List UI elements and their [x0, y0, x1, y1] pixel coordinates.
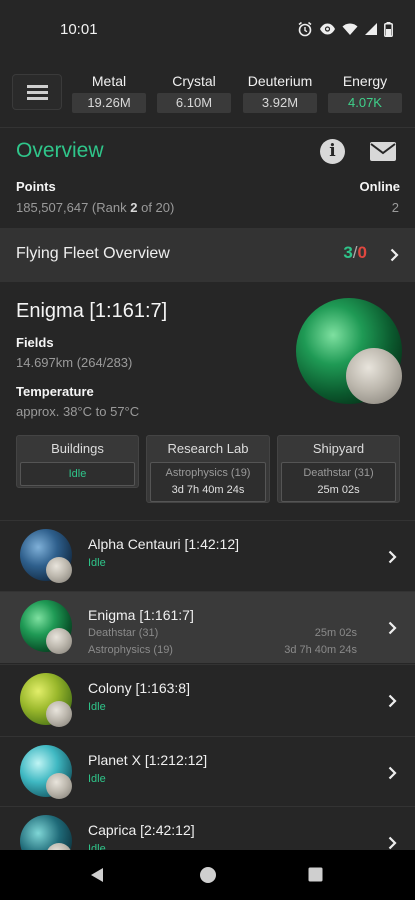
- resource-value: 4.07K: [328, 93, 402, 113]
- hostile-fleets: 0: [357, 243, 367, 262]
- planet-list-item[interactable]: Planet X [1:212:12] Idle: [0, 736, 415, 808]
- planet-list-name: Colony [1:163:8]: [88, 680, 190, 696]
- planet-list-name: Caprica [2:42:12]: [88, 822, 195, 838]
- shipyard-queue-time: 25m 02s: [314, 627, 357, 639]
- moon-thumbnail: [46, 628, 72, 654]
- planet-list-item[interactable]: Enigma [1:161:7] Deathstar (31) 25m 02s …: [0, 591, 415, 663]
- own-fleets: 3: [343, 243, 353, 262]
- points-number: 185,507,647: [16, 200, 89, 215]
- status-icons: [297, 21, 393, 37]
- chevron-right-icon: [388, 694, 397, 708]
- resource-value: 6.10M: [157, 93, 231, 113]
- planet-list-status: Idle: [88, 557, 106, 569]
- shipyard-title: Shipyard: [312, 441, 365, 456]
- divider: [0, 127, 415, 128]
- temperature-label: Temperature: [16, 384, 94, 399]
- chevron-right-icon: [388, 621, 397, 635]
- research-queue-item: Astrophysics (19): [88, 644, 173, 656]
- resource-label: Deuterium: [247, 73, 313, 89]
- navigation-bar: [0, 850, 415, 900]
- alarm-icon: [298, 21, 312, 37]
- hamburger-line: [27, 91, 48, 94]
- back-triangle-icon[interactable]: [90, 867, 104, 883]
- planet-list-name: Alpha Centauri [1:42:12]: [88, 536, 239, 552]
- eye-icon: [320, 23, 335, 35]
- planet-list-item[interactable]: Alpha Centauri [1:42:12] Idle: [0, 520, 415, 592]
- status-bar: 10:01: [0, 0, 415, 56]
- planet-list-name: Planet X [1:212:12]: [88, 752, 208, 768]
- recents-square-icon[interactable]: [308, 867, 323, 882]
- fleet-overview-button[interactable]: Flying Fleet Overview 3/0: [0, 228, 415, 282]
- resource-label: Crystal: [172, 73, 216, 89]
- fields-label: Fields: [16, 335, 54, 350]
- shipyard-time: 25m 02s: [317, 484, 360, 496]
- wifi-icon: [342, 23, 358, 35]
- menu-button[interactable]: [12, 74, 62, 110]
- chevron-right-icon: [390, 248, 399, 262]
- buildings-status: Idle: [68, 468, 87, 480]
- rank-suffix: of 20): [141, 200, 175, 215]
- points-label: Points: [16, 179, 56, 194]
- shipyard-queue-item: Deathstar (31): [88, 627, 159, 639]
- chevron-right-icon: [388, 836, 397, 850]
- fields-value: 14.697km (264/283): [16, 355, 133, 370]
- resource-label: Energy: [342, 73, 388, 89]
- shipyard-queue[interactable]: Shipyard Deathstar (31) 25m 02s: [277, 435, 400, 503]
- info-icon[interactable]: i: [320, 139, 345, 164]
- shipyard-item: Deathstar (31): [303, 467, 374, 479]
- planet-name: Enigma [1:161:7]: [16, 300, 168, 322]
- points-value: 185,507,647 (Rank 2 of 20): [16, 200, 174, 215]
- signal-icon: [365, 23, 377, 35]
- research-queue-time: 3d 7h 40m 24s: [284, 644, 357, 656]
- planet-list-status: Idle: [88, 701, 106, 713]
- hamburger-menu-icon: [27, 85, 48, 88]
- research-lab-queue[interactable]: Research Lab Astrophysics (19) 3d 7h 40m…: [146, 435, 270, 503]
- chevron-right-icon: [388, 550, 397, 564]
- resource-deuterium: Deuterium 3.92M: [243, 70, 317, 113]
- resource-label: Metal: [91, 73, 127, 89]
- moon-image[interactable]: [346, 348, 402, 404]
- battery-icon: [384, 21, 393, 37]
- resource-metal: Metal 19.26M: [72, 70, 146, 113]
- home-circle-icon[interactable]: [199, 866, 217, 884]
- chevron-right-icon: [388, 766, 397, 780]
- resource-value: 3.92M: [243, 93, 317, 113]
- moon-thumbnail: [46, 773, 72, 799]
- planet-list-status: Idle: [88, 773, 106, 785]
- buildings-status-box: Idle: [20, 462, 135, 486]
- buildings-title: Buildings: [51, 441, 104, 456]
- online-value: 2: [391, 200, 399, 215]
- rank-prefix: (Rank: [91, 200, 127, 215]
- online-label: Online: [359, 179, 400, 194]
- clock: 10:01: [60, 21, 98, 38]
- page-title: Overview: [16, 139, 104, 162]
- resource-bar: Metal 19.26M Crystal 6.10M Deuterium 3.9…: [0, 64, 415, 126]
- shipyard-status-box: Deathstar (31) 25m 02s: [281, 462, 396, 502]
- buildings-queue[interactable]: Buildings Idle: [16, 435, 139, 488]
- fleet-count: 3/0: [343, 243, 367, 263]
- research-status-box: Astrophysics (19) 3d 7h 40m 24s: [150, 462, 266, 502]
- fleet-title: Flying Fleet Overview: [16, 245, 170, 262]
- research-item: Astrophysics (19): [165, 467, 251, 479]
- resource-value: 19.26M: [72, 93, 146, 113]
- research-time: 3d 7h 40m 24s: [171, 484, 245, 496]
- moon-thumbnail: [46, 557, 72, 583]
- resource-energy: Energy 4.07K: [328, 70, 402, 113]
- resource-crystal: Crystal 6.10M: [157, 70, 231, 113]
- rank-number: 2: [130, 200, 138, 215]
- planet-list-name: Enigma [1:161:7]: [88, 607, 194, 623]
- planet-list-item[interactable]: Colony [1:163:8] Idle: [0, 664, 415, 736]
- hamburger-line: [27, 97, 48, 100]
- research-title: Research Lab: [167, 441, 249, 456]
- envelope-icon[interactable]: [370, 142, 396, 161]
- temperature-value: approx. 38°C to 57°C: [16, 404, 140, 419]
- moon-thumbnail: [46, 701, 72, 727]
